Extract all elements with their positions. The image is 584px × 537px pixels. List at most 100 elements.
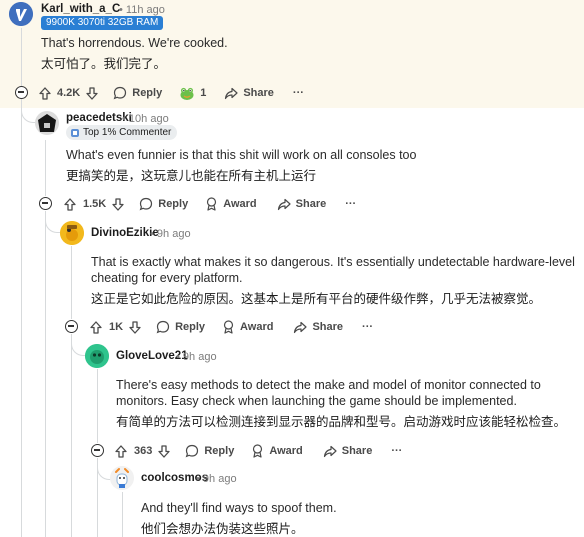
award-label: Award bbox=[269, 445, 303, 457]
comment-text: And they'll find ways to spoof them. bbox=[141, 501, 337, 515]
timestamp: • 11h ago bbox=[119, 4, 165, 16]
reply-button[interactable]: Reply bbox=[185, 444, 234, 458]
downvote-icon bbox=[112, 197, 124, 211]
comment-action-bar: 1K Reply Award Share ··· bbox=[90, 317, 373, 337]
reply-label: Reply bbox=[158, 198, 189, 210]
vote-count: 1K bbox=[109, 321, 124, 333]
share-label: Share bbox=[295, 198, 327, 210]
more-options-button[interactable]: ··· bbox=[362, 321, 373, 333]
share-icon bbox=[277, 198, 291, 210]
comment-translation: 更搞笑的是，这玩意儿也能在所有主机上运行 bbox=[66, 169, 317, 183]
upvote-button[interactable] bbox=[115, 444, 127, 458]
time-text: 11h ago bbox=[125, 4, 165, 16]
reply-label: Reply bbox=[175, 321, 206, 333]
thread-elbow bbox=[97, 458, 111, 480]
reply-button[interactable]: Reply bbox=[156, 320, 205, 334]
share-button[interactable]: Share bbox=[323, 445, 373, 458]
downvote-button[interactable] bbox=[86, 86, 98, 100]
share-icon bbox=[323, 445, 337, 457]
thread-line bbox=[71, 246, 72, 319]
upvote-button[interactable] bbox=[64, 197, 76, 211]
award-icon bbox=[207, 197, 217, 211]
reply-icon bbox=[139, 197, 153, 211]
more-options-button[interactable]: ··· bbox=[391, 445, 402, 457]
reply-label: Reply bbox=[132, 87, 163, 99]
upvote-icon bbox=[39, 86, 51, 100]
thread-line bbox=[21, 99, 22, 537]
comment-translation: 这正是它如此危险的原因。这基本上是所有平台的硬件级作弊，几乎无法被察觉。 bbox=[91, 292, 542, 306]
downvote-icon bbox=[158, 444, 171, 458]
collapse-thread-button[interactable] bbox=[65, 320, 78, 333]
timestamp: • 10h ago bbox=[122, 113, 169, 125]
upvote-icon bbox=[64, 197, 76, 211]
downvote-button[interactable] bbox=[129, 320, 141, 334]
comment-text: There's easy methods to detect the make … bbox=[116, 378, 541, 408]
collapse-thread-button[interactable] bbox=[91, 444, 104, 457]
username[interactable]: Karl_with_a_C bbox=[41, 3, 120, 15]
share-label: Share bbox=[243, 87, 274, 99]
comment-action-bar: 1.5K Reply Award Share ··· bbox=[64, 194, 356, 214]
avatar[interactable] bbox=[9, 2, 33, 26]
collapse-thread-button[interactable] bbox=[39, 197, 52, 210]
comment-translation: 有简单的方法可以检测连接到显示器的品牌和型号。启动游戏时应该能轻松检查。 bbox=[116, 415, 567, 429]
award-label: Award bbox=[240, 321, 274, 333]
more-options-button[interactable]: ··· bbox=[293, 87, 304, 99]
more-options-button[interactable]: ··· bbox=[345, 198, 356, 210]
vote-count: 1.5K bbox=[83, 198, 107, 210]
avatar[interactable] bbox=[60, 221, 84, 245]
share-label: Share bbox=[312, 321, 344, 333]
reply-icon bbox=[113, 86, 127, 100]
comment-text: That's horrendous. We're cooked. bbox=[41, 36, 228, 50]
timestamp: • 9h ago bbox=[150, 228, 191, 240]
time-text: 9h ago bbox=[182, 351, 217, 363]
top-commenter-icon bbox=[71, 128, 79, 137]
upvote-button[interactable] bbox=[90, 320, 102, 334]
reply-label: Reply bbox=[204, 445, 235, 457]
award-count: 1 bbox=[200, 87, 207, 99]
time-text: 9h ago bbox=[156, 228, 191, 240]
thread-elbow bbox=[45, 211, 60, 233]
award-icon bbox=[223, 320, 234, 334]
thread-line bbox=[45, 211, 46, 537]
thread-line bbox=[45, 140, 46, 196]
share-icon bbox=[294, 321, 308, 333]
avatar[interactable] bbox=[35, 111, 59, 135]
user-flair: Top 1% Commenter bbox=[66, 125, 178, 140]
comment-text: That is exactly what makes it so dangero… bbox=[91, 255, 575, 285]
share-button[interactable]: Share bbox=[277, 198, 327, 211]
frog-award-icon bbox=[180, 87, 194, 100]
reply-icon bbox=[185, 444, 199, 458]
share-button[interactable]: Share bbox=[224, 87, 274, 100]
reply-button[interactable]: Reply bbox=[139, 197, 188, 211]
avatar[interactable] bbox=[110, 466, 134, 490]
award-button[interactable]: Award bbox=[222, 320, 273, 334]
vote-count: 363 bbox=[134, 445, 153, 457]
award-button[interactable]: Award bbox=[251, 444, 303, 458]
award-button[interactable]: Award bbox=[205, 197, 257, 211]
comment-text: What's even funnier is that this shit wi… bbox=[66, 148, 417, 162]
time-text: 9h ago bbox=[202, 473, 237, 485]
upvote-button[interactable] bbox=[39, 86, 51, 100]
reply-button[interactable]: Reply bbox=[113, 86, 162, 100]
thread-line bbox=[71, 334, 72, 537]
share-icon bbox=[225, 87, 238, 99]
downvote-icon bbox=[129, 320, 141, 334]
thread-line bbox=[97, 369, 98, 443]
downvote-button[interactable] bbox=[158, 444, 171, 458]
award-button[interactable]: 1 bbox=[179, 86, 206, 101]
thread-elbow bbox=[71, 334, 85, 356]
share-button[interactable]: Share bbox=[293, 321, 343, 334]
user-flair: 9900K 3070ti 32GB RAM bbox=[41, 16, 164, 30]
collapse-thread-button[interactable] bbox=[15, 86, 28, 99]
downvote-button[interactable] bbox=[112, 197, 124, 211]
avatar[interactable] bbox=[85, 344, 109, 368]
username[interactable]: DivinoEzikie bbox=[91, 227, 159, 239]
upvote-icon bbox=[115, 444, 127, 458]
flair-label: Top 1% Commenter bbox=[83, 127, 172, 138]
thread-elbow bbox=[21, 99, 36, 123]
comment-action-bar: 363 Reply Award Share ··· bbox=[115, 441, 402, 461]
comment-action-bar: 4.2K Reply 1 Share ··· bbox=[39, 83, 304, 103]
share-label: Share bbox=[341, 445, 373, 457]
timestamp: • 9h ago bbox=[176, 351, 217, 363]
award-icon bbox=[253, 444, 263, 458]
